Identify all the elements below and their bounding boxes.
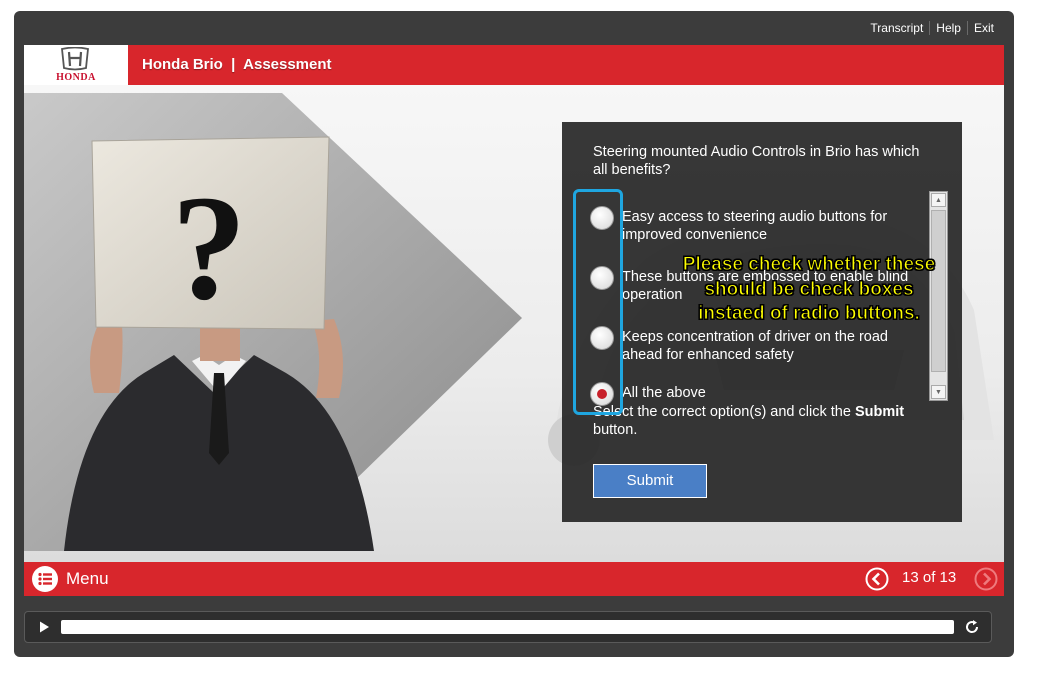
scroll-up-icon[interactable]: ▲ — [931, 193, 946, 207]
option-4-label: All the above — [622, 385, 706, 401]
header-bar: HONDA Honda Brio | Assessment — [24, 45, 1004, 85]
instruction-pre: Select the correct option(s) and click t… — [593, 404, 855, 420]
svg-text:?: ? — [172, 165, 247, 331]
review-note: Please check whether these should be che… — [682, 254, 936, 325]
replay-icon[interactable] — [964, 619, 980, 635]
menu-label: Menu — [66, 569, 109, 588]
menu-list-icon — [32, 566, 58, 592]
course-title: Honda Brio | Assessment — [142, 56, 332, 73]
progress-track[interactable] — [61, 620, 954, 634]
play-icon[interactable] — [37, 620, 51, 634]
scroll-down-icon[interactable]: ▼ — [931, 385, 946, 399]
review-highlight-box — [573, 189, 623, 415]
course-player: Transcript Help Exit HONDA Honda Brio | … — [14, 11, 1014, 657]
option-3[interactable]: Keeps concentration of driver on the roa… — [590, 326, 910, 364]
page-indicator: 13 of 13 — [902, 569, 957, 586]
question-text: Steering mounted Audio Controls in Brio … — [593, 144, 920, 178]
next-arrow-icon[interactable] — [974, 567, 998, 591]
slide-area: ? Steering mounted Audio Controls in Bri… — [24, 85, 1004, 562]
honda-logo: HONDA — [24, 45, 128, 85]
prev-arrow-icon[interactable] — [865, 567, 889, 591]
honda-emblem-icon — [61, 47, 89, 71]
option-1[interactable]: Easy access to steering audio buttons fo… — [590, 206, 910, 244]
exit-link[interactable]: Exit — [966, 21, 1000, 35]
instruction-text: Select the correct option(s) and click t… — [593, 403, 923, 439]
instruction-bold: Submit — [854, 404, 905, 420]
option-1-label: Easy access to steering audio buttons fo… — [622, 209, 888, 243]
transcript-link[interactable]: Transcript — [864, 21, 929, 35]
help-link[interactable]: Help — [929, 21, 967, 35]
top-nav: Transcript Help Exit — [864, 21, 1000, 35]
footer-bar: Menu 13 of 13 — [24, 562, 1004, 596]
menu-button[interactable]: Menu — [32, 566, 109, 592]
hero-image: ? — [24, 93, 522, 551]
option-3-label: Keeps concentration of driver on the roa… — [622, 329, 888, 363]
honda-wordmark: HONDA — [56, 72, 96, 83]
instruction-post: button. — [593, 422, 638, 438]
submit-button[interactable]: Submit — [593, 464, 707, 498]
playback-bar — [24, 611, 992, 643]
